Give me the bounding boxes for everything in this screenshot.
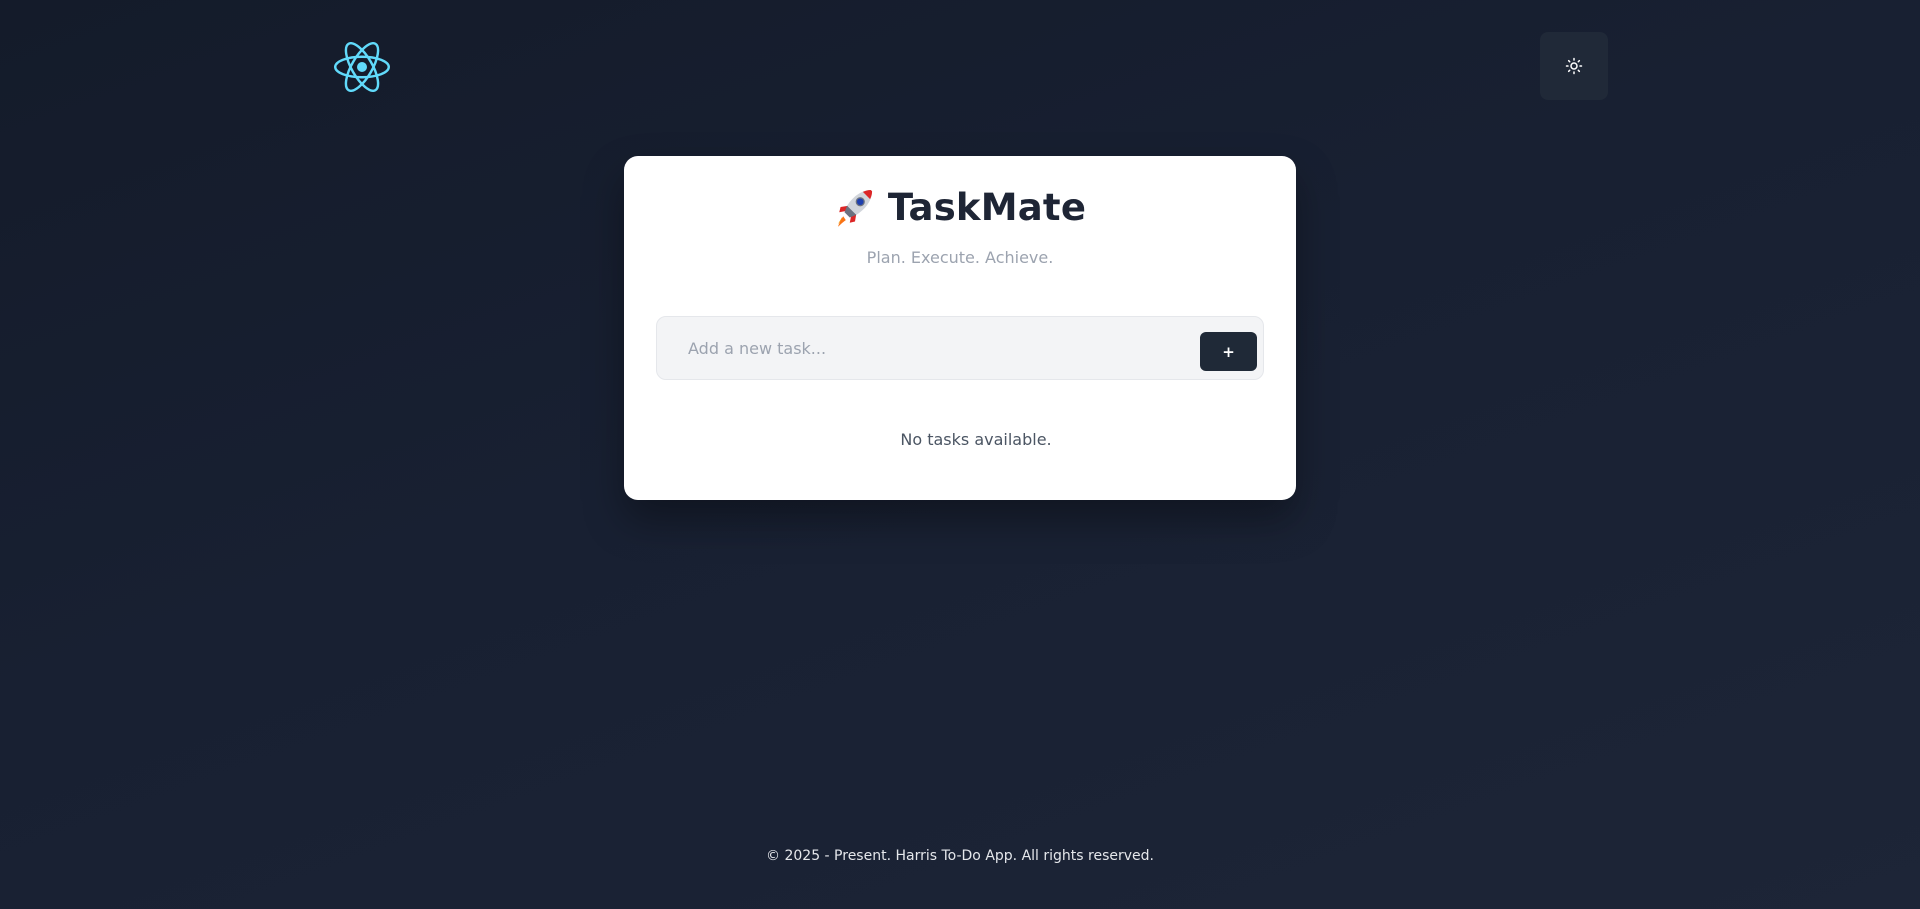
app-title: TaskMate bbox=[887, 185, 1087, 229]
footer-copyright: © 2025 - Present. Harris To-Do App. All … bbox=[766, 848, 1154, 864]
rocket-icon bbox=[837, 189, 872, 227]
add-task-button[interactable]: + bbox=[1200, 332, 1257, 371]
add-task-form: + bbox=[656, 316, 1264, 380]
title-row: TaskMate bbox=[624, 186, 1296, 228]
empty-tasks-message: No tasks available. bbox=[900, 430, 1052, 449]
react-atom-icon[interactable] bbox=[334, 42, 390, 92]
task-input[interactable] bbox=[657, 317, 1177, 379]
sun-icon bbox=[1565, 57, 1583, 75]
app-tagline: Plan. Execute. Achieve. bbox=[866, 248, 1054, 267]
theme-toggle-button[interactable] bbox=[1540, 32, 1608, 100]
task-card: TaskMate Plan. Execute. Achieve. + No ta… bbox=[624, 156, 1296, 500]
